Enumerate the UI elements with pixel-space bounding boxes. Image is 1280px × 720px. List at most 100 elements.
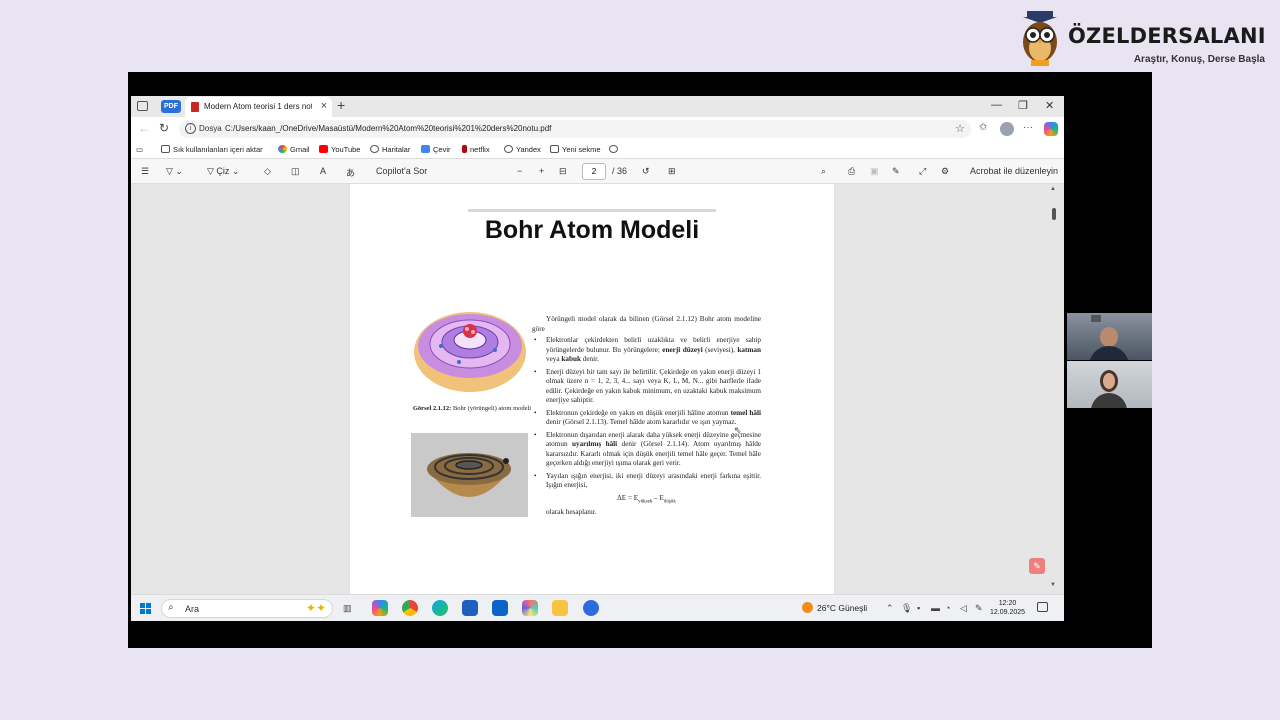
page-view-icon[interactable]: ◫ — [291, 166, 300, 177]
acrobat-edit-button[interactable]: Acrobat ile düzenleyin — [970, 166, 1058, 176]
fav-maps[interactable]: Haritalar — [370, 145, 410, 154]
highlight-icon[interactable]: ▽ ⌄ — [166, 166, 183, 177]
participant-body — [1091, 393, 1127, 408]
fav-netflix[interactable]: netflix — [462, 145, 490, 154]
photos-icon[interactable] — [522, 600, 538, 616]
pen-icon[interactable]: ✎ — [975, 603, 983, 614]
wifi-icon[interactable]: ◔ — [945, 603, 950, 613]
two-page-icon[interactable]: ⊞ — [668, 166, 676, 177]
microphone-icon[interactable]: 🎙 — [901, 603, 912, 614]
participant-video-2[interactable] — [1067, 361, 1152, 408]
url-text[interactable]: C:/Users/kaan_/OneDrive/Masaüstü/Modern%… — [225, 124, 551, 133]
system-clock[interactable]: 12:20 12.09.2025 — [990, 599, 1025, 617]
profile-avatar[interactable] — [1000, 122, 1014, 136]
tab-actions-icon[interactable] — [137, 101, 148, 111]
outlook-icon[interactable] — [492, 600, 508, 616]
store-icon[interactable] — [462, 600, 478, 616]
volume-icon[interactable]: ◁ — [960, 603, 967, 614]
refresh-icon[interactable]: ↻ — [159, 121, 169, 135]
weather-widget[interactable]: 26°C Güneşli — [802, 602, 867, 613]
tray-chevron-icon[interactable]: ⌃ — [886, 603, 894, 614]
pdf-viewer[interactable]: Bohr Atom Modeli Görsel 2.1.12: Bohr (yö… — [131, 184, 1064, 594]
zoom-out-icon[interactable]: − — [517, 166, 522, 176]
translate-icon — [421, 145, 430, 153]
save-as-icon[interactable]: ✎ — [892, 166, 900, 177]
contents-icon[interactable]: ☰ — [141, 166, 149, 177]
read-aloud-icon[interactable]: A — [320, 166, 326, 176]
tab-pdf-document[interactable]: Modern Atom teorisi 1 ders notu × — [185, 97, 332, 117]
windows-taskbar: ⌕ Ara ✦✦ ▥ 26°C Güneşli ⌃ 🎙 ▪ ▬ ◔ ◁ ✎ 12… — [131, 594, 1064, 621]
fav-translate[interactable]: Çevir — [421, 145, 451, 154]
eraser-icon[interactable]: ◇ — [264, 166, 271, 177]
atom-shells-figure — [411, 433, 528, 517]
list-item: Enerji düzeyi bir tam sayı ile belirtili… — [532, 368, 761, 406]
formula-note: olarak hesaplanır. — [546, 507, 597, 516]
file-explorer-icon[interactable] — [552, 600, 568, 616]
pdf-file-icon — [191, 102, 199, 112]
back-icon[interactable]: ← — [138, 121, 150, 135]
search-pdf-icon[interactable]: ⌕ — [821, 166, 826, 177]
zoom-in-icon[interactable]: + — [539, 166, 544, 176]
scroll-down-icon[interactable]: ▼ — [1050, 582, 1056, 588]
rotate-icon[interactable]: ↺ — [642, 166, 650, 177]
copilot-ask-button[interactable]: Copilot'a Sor — [376, 166, 427, 176]
url-field[interactable]: i Dosya C:/Users/kaan_/OneDrive/Masaüstü… — [179, 120, 971, 138]
taskbar-search[interactable]: ⌕ Ara ✦✦ — [161, 599, 333, 618]
participant-video-1[interactable] — [1067, 313, 1152, 360]
scroll-up-icon[interactable]: ▲ — [1050, 186, 1056, 192]
site-info-icon[interactable]: i — [185, 123, 196, 134]
tab-close-icon[interactable]: × — [321, 100, 327, 112]
battery-icon[interactable]: ▬ — [931, 603, 940, 613]
new-tab-button[interactable]: + — [337, 97, 345, 113]
list-item: Elektronlar çekirdekten belirli uzaklıkt… — [532, 336, 761, 365]
youtube-icon — [319, 145, 328, 153]
mouse-cursor-icon: ⇖ — [734, 425, 742, 435]
page-rule — [468, 209, 716, 212]
copilot-icon[interactable] — [1044, 122, 1058, 136]
list-item: Elektronun dışarıdan enerji alarak daha … — [532, 431, 761, 469]
restore-icon[interactable]: ❐ — [1018, 99, 1028, 112]
more-menu-icon[interactable]: ··· — [1023, 122, 1033, 133]
fav-gmail[interactable]: Gmail — [278, 145, 310, 154]
windows-start-icon[interactable] — [140, 603, 151, 614]
sparkle-icon: ✦✦ — [305, 601, 326, 615]
print-icon[interactable]: ⎙ — [848, 166, 855, 177]
gmail-icon — [278, 145, 287, 153]
draw-tool[interactable]: ▽ Çiz ⌄ — [207, 166, 239, 177]
bohr-model-figure — [414, 312, 526, 392]
fav-more[interactable] — [609, 145, 621, 154]
acrobat-icon[interactable]: ✎ — [1029, 558, 1045, 574]
translate-pdf-icon[interactable]: あ — [346, 166, 355, 179]
scrollbar-thumb[interactable] — [1052, 208, 1056, 220]
fav-import[interactable]: Sık kullanılanları içeri aktar — [161, 145, 263, 154]
favorite-star-icon[interactable]: ☆ — [955, 122, 965, 135]
save-icon[interactable]: ▣ — [870, 166, 879, 177]
fav-youtube[interactable]: YouTube — [319, 145, 360, 154]
energy-formula: ΔE = Eyüksek – Edüşük — [617, 493, 676, 504]
chrome-icon[interactable] — [402, 600, 418, 616]
page-total: / 36 — [612, 166, 628, 176]
zoom-icon[interactable] — [583, 600, 599, 616]
page-title: Bohr Atom Modeli — [484, 216, 700, 244]
minimize-icon[interactable]: — — [991, 99, 1002, 111]
vertical-scrollbar[interactable]: ▲ ▼ — [1050, 184, 1058, 594]
favorites-icon[interactable]: ✩ — [979, 122, 987, 133]
fav-yandex[interactable]: Yandex — [504, 145, 541, 154]
notification-icon[interactable] — [1037, 602, 1048, 612]
fav-toggle-icon[interactable]: ▭ — [136, 145, 143, 154]
settings-gear-icon[interactable]: ⚙ — [941, 166, 949, 177]
new-tab-icon — [550, 145, 559, 153]
page-number-input[interactable]: 2 — [582, 163, 606, 180]
fullscreen-icon[interactable]: ⤢ — [919, 166, 926, 177]
sun-icon — [802, 602, 813, 613]
tab-title: Modern Atom teorisi 1 ders notu — [204, 102, 312, 111]
copilot-app-icon[interactable] — [372, 600, 388, 616]
task-view-icon[interactable]: ▥ — [343, 603, 352, 614]
fav-new-tab[interactable]: Yeni sekme — [550, 145, 601, 154]
fit-page-icon[interactable]: ⊟ — [559, 166, 567, 177]
tray-app-icon[interactable]: ▪ — [917, 603, 920, 613]
globe-icon — [504, 145, 513, 153]
close-window-icon[interactable]: ✕ — [1045, 99, 1054, 112]
figure-caption: Görsel 2.1.12: Bohr (yörüngeli) atom mod… — [412, 405, 532, 412]
edge-icon[interactable] — [432, 600, 448, 616]
